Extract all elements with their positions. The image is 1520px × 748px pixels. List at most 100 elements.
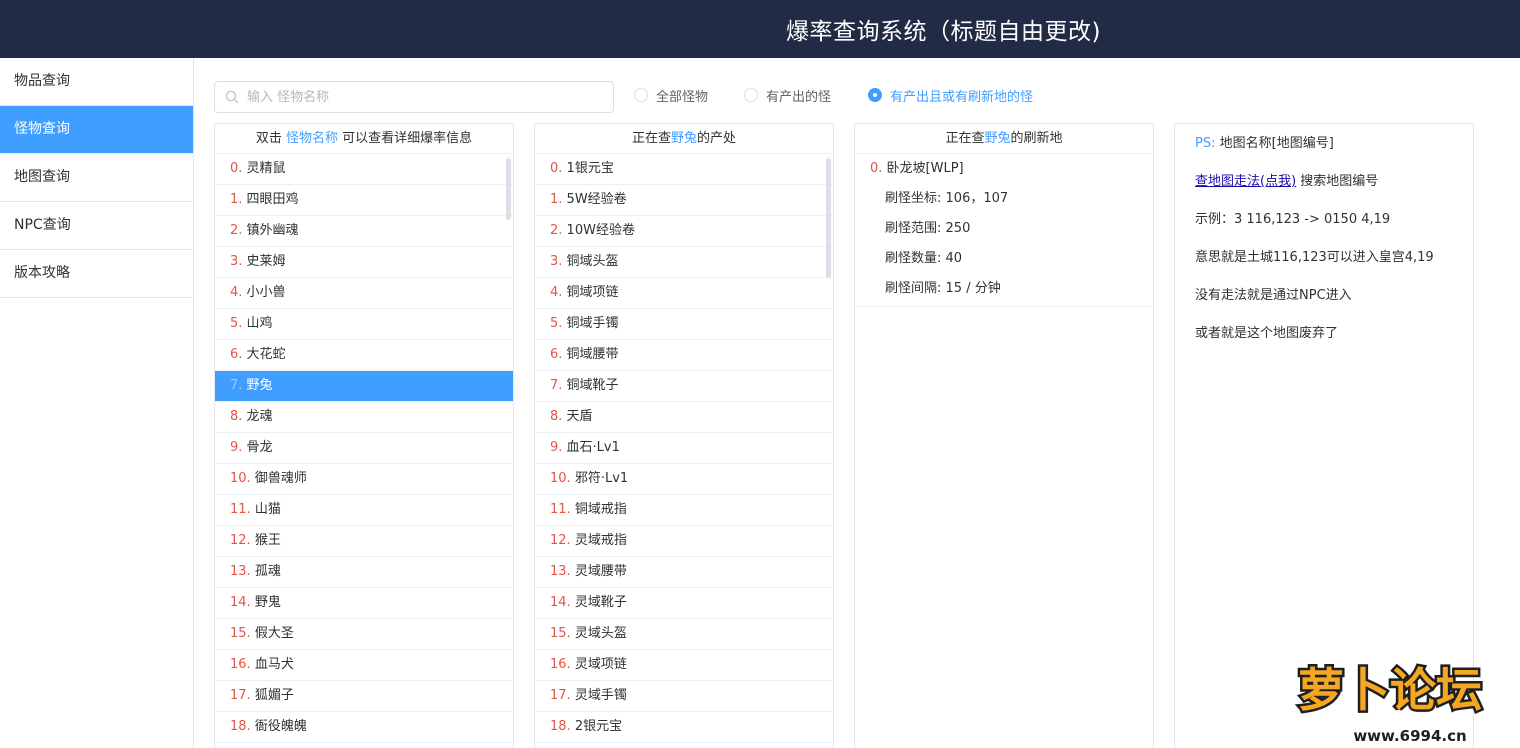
monster-row[interactable]: 9. 骨龙 <box>215 433 513 464</box>
row-name: 2银元宝 <box>574 719 623 734</box>
monster-row[interactable]: 18. 衙役魄魄 <box>215 712 513 743</box>
row-index: 8. <box>550 409 563 424</box>
drop-item-row[interactable]: 13. 灵域腰带 <box>535 557 833 588</box>
detail-value: 106，107 <box>945 191 1009 206</box>
drop-item-row[interactable]: 15. 灵域头盔 <box>535 619 833 650</box>
row-index: 11. <box>550 502 571 517</box>
drop-item-row[interactable]: 17. 灵域手镯 <box>535 681 833 712</box>
header-highlight: 野兔 <box>984 131 1011 146</box>
monster-row[interactable]: 13. 孤魂 <box>215 557 513 588</box>
monster-row[interactable]: 8. 龙魂 <box>215 402 513 433</box>
monster-row[interactable]: 11. 山猫 <box>215 495 513 526</box>
row-index: 8. <box>230 409 243 424</box>
drop-item-row[interactable]: 8. 天盾 <box>535 402 833 433</box>
monster-row[interactable]: 3. 史莱姆 <box>215 247 513 278</box>
row-name: 铜域手镯 <box>566 316 619 331</box>
radio-drops-or-spawn[interactable]: 有产出且或有刷新地的怪 <box>868 86 1033 105</box>
scrollbar-thumb[interactable] <box>506 158 511 220</box>
detail-value: 250 <box>945 221 971 236</box>
row-index: 9. <box>230 440 243 455</box>
monster-row[interactable]: 16. 血马犬 <box>215 650 513 681</box>
row-name: 镇外幽魂 <box>246 223 299 238</box>
row-index: 2. <box>550 223 563 238</box>
drop-item-row[interactable]: 3. 铜域头盔 <box>535 247 833 278</box>
detail-label: 刷怪坐标: <box>885 191 942 206</box>
monster-row[interactable]: 10. 御兽魂师 <box>215 464 513 495</box>
monster-row[interactable]: 7. 野兔 <box>215 371 513 402</box>
sidebar-item-monster-query[interactable]: 怪物查询 <box>0 106 193 154</box>
header-text: 可以查看详细爆率信息 <box>342 131 473 146</box>
sidebar-item-npc-query[interactable]: NPC查询 <box>0 202 193 250</box>
drop-item-row[interactable]: 10. 邪符·Lv1 <box>535 464 833 495</box>
detail-label: 刷怪数量: <box>885 251 942 266</box>
drop-item-row[interactable]: 0. 1银元宝 <box>535 154 833 185</box>
sidebar-item-item-query[interactable]: 物品查询 <box>0 58 193 106</box>
drop-item-row[interactable]: 7. 铜域靴子 <box>535 371 833 402</box>
row-name: 狐媚子 <box>254 688 294 703</box>
row-index: 14. <box>550 595 571 610</box>
monster-row[interactable]: 1. 四眼田鸡 <box>215 185 513 216</box>
monster-row[interactable]: 17. 狐媚子 <box>215 681 513 712</box>
row-name: 灵域靴子 <box>574 595 627 610</box>
row-index: 13. <box>550 564 571 579</box>
monster-row[interactable]: 14. 野鬼 <box>215 588 513 619</box>
panel-header: 正在查野兔的刷新地 <box>855 124 1153 154</box>
scrollbar-thumb[interactable] <box>826 158 831 278</box>
radio-monsters-with-drops[interactable]: 有产出的怪 <box>744 86 831 105</box>
drop-item-row[interactable]: 12. 灵域戒指 <box>535 526 833 557</box>
drop-item-row[interactable]: 2. 10W经验卷 <box>535 216 833 247</box>
row-name: 四眼田鸡 <box>246 192 299 207</box>
monster-search-box[interactable] <box>214 81 614 113</box>
row-index: 17. <box>230 688 251 703</box>
drop-item-row[interactable]: 4. 铜域项链 <box>535 278 833 309</box>
monster-row[interactable]: 0. 灵精鼠 <box>215 154 513 185</box>
monster-row[interactable]: 5. 山鸡 <box>215 309 513 340</box>
drop-item-row[interactable]: 6. 铜域腰带 <box>535 340 833 371</box>
monster-row[interactable]: 2. 镇外幽魂 <box>215 216 513 247</box>
header-text: 的产处 <box>697 131 737 146</box>
monster-row[interactable]: 4. 小小兽 <box>215 278 513 309</box>
row-index: 3. <box>230 254 243 269</box>
spawn-detail-line: 刷怪坐标: 106，107 <box>855 184 1153 214</box>
drop-item-row[interactable]: 11. 铜域戒指 <box>535 495 833 526</box>
drop-item-row[interactable]: 16. 灵域项链 <box>535 650 833 681</box>
drop-item-row[interactable]: 18. 2银元宝 <box>535 712 833 743</box>
radio-checked-icon <box>868 88 882 102</box>
row-name: 5W经验卷 <box>566 192 627 207</box>
row-name: 邪符·Lv1 <box>574 471 629 486</box>
radio-all-monsters[interactable]: 全部怪物 <box>634 86 708 105</box>
drop-item-row[interactable]: 14. 灵域靴子 <box>535 588 833 619</box>
row-name: 1银元宝 <box>566 161 614 176</box>
monster-row[interactable]: 6. 大花蛇 <box>215 340 513 371</box>
drop-item-row[interactable]: 9. 血石·Lv1 <box>535 433 833 464</box>
row-index: 10. <box>550 471 571 486</box>
row-index: 15. <box>230 626 251 641</box>
map-route-link[interactable]: 查地图走法(点我) <box>1195 174 1296 189</box>
row-name: 衙役魄魄 <box>254 719 307 734</box>
ps-line: PS: 地图名称[地图编号] <box>1195 132 1334 151</box>
spawn-map-entry[interactable]: 0. 卧龙坡[WLP] 刷怪坐标: 106，107 刷怪范围: 250 刷怪数量: … <box>855 154 1153 307</box>
header-text: 正在查 <box>945 131 985 146</box>
row-name: 大花蛇 <box>246 347 286 362</box>
monster-row[interactable]: 15. 假大圣 <box>215 619 513 650</box>
sidebar-nav: 物品查询 怪物查询 地图查询 NPC查询 版本攻略 <box>0 58 194 748</box>
monster-row[interactable]: 12. 猴王 <box>215 526 513 557</box>
sidebar-item-guide[interactable]: 版本攻略 <box>0 250 193 298</box>
header-highlight: 野兔 <box>670 131 697 146</box>
drops-list: 0. 1银元宝 1. 5W经验卷 2. 10W经验卷 3. 铜域头盔 4. 铜域项链 5.… <box>535 154 833 743</box>
row-index: 5. <box>550 316 563 331</box>
search-icon <box>225 90 239 104</box>
drop-item-row[interactable]: 5. 铜域手镯 <box>535 309 833 340</box>
search-input[interactable] <box>247 83 607 111</box>
map-name-row: 0. 卧龙坡[WLP] <box>855 154 1153 184</box>
abandoned-text: 或者就是这个地图废弃了 <box>1195 326 1339 341</box>
row-name: 龙魂 <box>246 409 273 424</box>
logo-title: 萝卜论坛 <box>1298 663 1482 717</box>
sidebar-item-map-query[interactable]: 地图查询 <box>0 154 193 202</box>
row-name: 铜域靴子 <box>566 378 619 393</box>
spawn-panel: 正在查野兔的刷新地 0. 卧龙坡[WLP] 刷怪坐标: 106，107 刷怪范围:… <box>854 123 1154 748</box>
row-index: 16. <box>230 657 251 672</box>
route-link-line: 查地图走法(点我) 搜索地图编号 <box>1195 170 1378 189</box>
row-name: 血石·Lv1 <box>566 440 620 455</box>
drop-item-row[interactable]: 1. 5W经验卷 <box>535 185 833 216</box>
